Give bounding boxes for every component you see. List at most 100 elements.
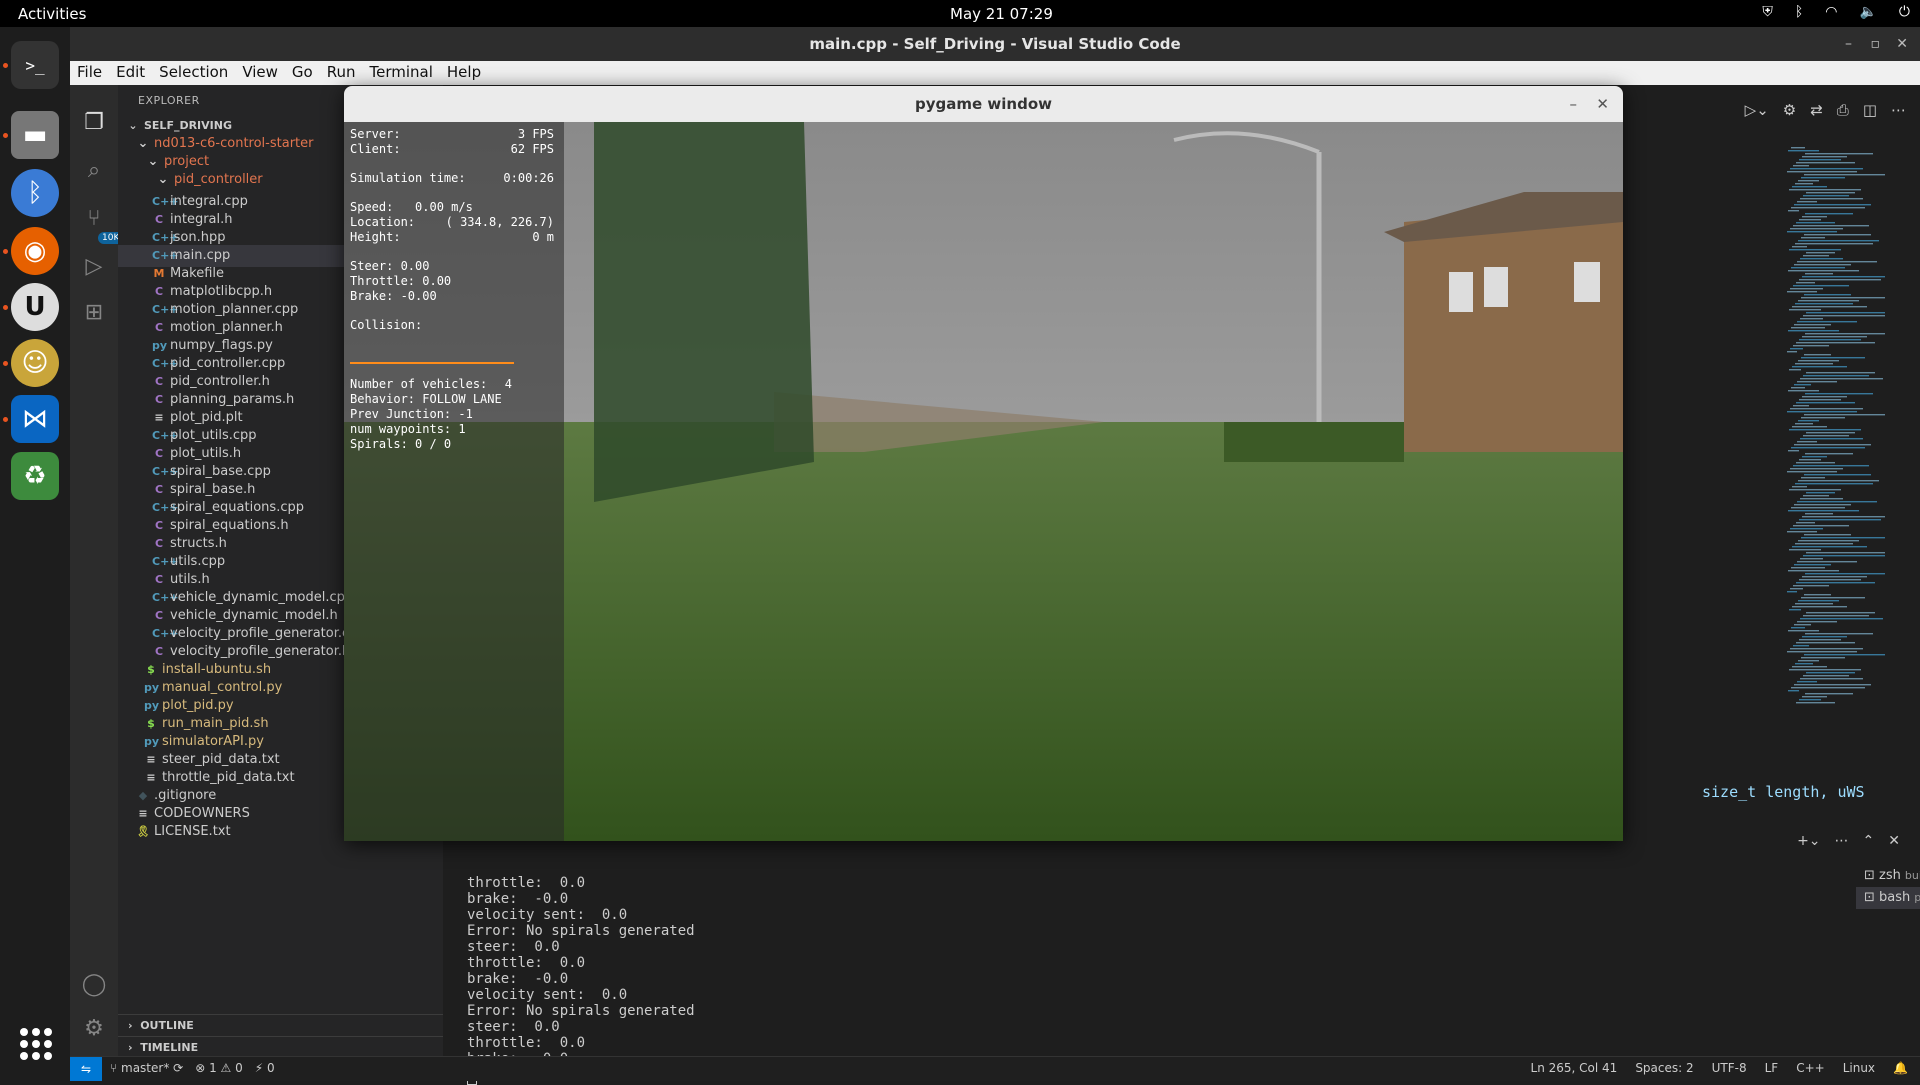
menu-run[interactable]: Run <box>320 61 363 85</box>
remote-icon[interactable]: ⇋ <box>70 1057 102 1081</box>
bell-icon[interactable]: 🔔 <box>1893 1061 1908 1075</box>
minimap-line <box>1793 525 1849 527</box>
search-icon[interactable]: ⌕ <box>80 157 108 185</box>
terminal-actions: +⌄ ⋯ ⌃ ✕ <box>1797 833 1900 849</box>
firefox-icon[interactable]: ◉ <box>11 227 59 275</box>
source-control-icon[interactable]: ⑂ <box>80 205 108 233</box>
settings-gear-icon[interactable]: ⚙ <box>80 1015 108 1043</box>
timeline-section[interactable]: › TIMELINE <box>118 1036 443 1058</box>
account-icon[interactable]: ◯ <box>80 971 108 999</box>
minimap-line <box>1788 570 1839 572</box>
tree <box>594 122 814 502</box>
minimap-line <box>1798 240 1879 242</box>
explorer-icon[interactable]: ❐ <box>80 109 108 137</box>
menu-selection[interactable]: Selection <box>152 61 235 85</box>
terminal-icon[interactable]: >_ <box>11 41 59 89</box>
files-icon[interactable]: ▬ <box>11 111 59 159</box>
minimap-line <box>1787 531 1817 533</box>
minimize-icon[interactable]: – <box>1845 27 1852 61</box>
outline-section[interactable]: › OUTLINE <box>118 1014 443 1036</box>
tree-item-label: utils.cpp <box>170 554 226 569</box>
minimap-line <box>1791 447 1865 449</box>
menu-help[interactable]: Help <box>440 61 488 85</box>
running-indicator <box>3 249 8 254</box>
tree-item-label: spiral_equations.cpp <box>170 500 304 515</box>
encoding[interactable]: UTF-8 <box>1712 1061 1747 1075</box>
close-panel-icon[interactable]: ✕ <box>1888 833 1900 849</box>
volume-icon[interactable]: 🔈 <box>1859 4 1876 20</box>
menu-file[interactable]: File <box>70 61 109 85</box>
power-icon[interactable]: ⏻ <box>1899 4 1910 20</box>
minimap-line <box>1804 294 1851 296</box>
hud-throttle: Throttle: 0.00 <box>350 274 452 288</box>
minimap-line <box>1796 702 1835 704</box>
pygame-window[interactable]: pygame window – ✕ Server: 3 FPS Client: … <box>344 86 1623 841</box>
bluetooth-icon[interactable]: ᛒ <box>11 169 59 217</box>
minimap-line <box>1787 411 1857 413</box>
run-debug-icon[interactable]: ▷ <box>80 253 108 281</box>
minimap-line <box>1802 696 1827 698</box>
maximize-panel-icon[interactable]: ⌃ <box>1863 833 1875 849</box>
os-status[interactable]: Linux <box>1843 1061 1875 1075</box>
menu-edit[interactable]: Edit <box>109 61 152 85</box>
minimap-line <box>1788 390 1819 392</box>
minimap-line <box>1790 588 1803 590</box>
trash-icon[interactable]: ♻ <box>11 452 59 500</box>
compare-icon[interactable]: ⇄ <box>1810 101 1823 119</box>
minimap-line <box>1790 408 1863 410</box>
tree-item-label: pid_controller.cpp <box>170 356 286 371</box>
minimap-line <box>1792 426 1827 428</box>
tree-item-label: throttle_pid_data.txt <box>162 770 295 785</box>
extensions-icon[interactable]: ⊞ <box>80 299 108 327</box>
minimap-line <box>1803 495 1829 497</box>
new-terminal-icon[interactable]: +⌄ <box>1797 833 1820 849</box>
minimap-line <box>1799 219 1821 221</box>
wifi-icon[interactable]: ◠ <box>1825 4 1837 20</box>
show-apps-icon[interactable] <box>20 1028 52 1060</box>
branch-status[interactable]: ⑂ master* ⟳ <box>110 1061 183 1075</box>
hud-client-label: Client: <box>350 142 401 156</box>
tree-item-label: plot_utils.cpp <box>170 428 257 443</box>
hud-waypoints: num waypoints: 1 <box>350 422 466 436</box>
split-editor-icon[interactable]: ◫ <box>1863 101 1877 119</box>
terminal-tab-zsh[interactable]: ⊡ zshbuild <box>1856 865 1920 887</box>
gimp-icon[interactable]: ☺ <box>11 339 59 387</box>
minimap-line <box>1789 249 1841 251</box>
gear-icon[interactable]: ⚙ <box>1783 101 1796 119</box>
unreal-icon[interactable]: U <box>11 283 59 331</box>
cursor-position[interactable]: Ln 265, Col 41 <box>1531 1061 1618 1075</box>
minimap[interactable] <box>1785 147 1885 707</box>
menu-terminal[interactable]: Terminal <box>363 61 440 85</box>
shield-icon[interactable]: ⛨ <box>1762 4 1773 20</box>
print-icon[interactable]: ⎙ <box>1837 101 1849 119</box>
system-tray[interactable]: ⛨ ᛒ ◠ 🔈 ⏻ <box>1762 4 1910 20</box>
language-mode[interactable]: C++ <box>1796 1061 1825 1075</box>
vscode-icon[interactable]: ⋈ <box>11 395 59 443</box>
problems-status[interactable]: ⊗ 1 ⚠ 0 <box>195 1061 243 1075</box>
close-icon[interactable]: ✕ <box>1596 86 1609 122</box>
run-icon[interactable]: ▷⌄ <box>1745 101 1769 119</box>
minimap-line <box>1794 204 1871 206</box>
end-of-line[interactable]: LF <box>1765 1061 1779 1075</box>
menu-view[interactable]: View <box>235 61 285 85</box>
clock[interactable]: May 21 07:29 <box>950 5 1053 23</box>
indentation[interactable]: Spaces: 2 <box>1635 1061 1693 1075</box>
minimap-line <box>1799 399 1841 401</box>
activities-button[interactable]: Activities <box>18 5 86 23</box>
tree-item-label: plot_pid.py <box>162 698 234 713</box>
bluetooth-tray-icon[interactable]: ᛒ <box>1795 4 1803 20</box>
terminal-panel[interactable]: +⌄ ⋯ ⌃ ✕ throttle: 0.0 brake: -0.0 veloc… <box>443 827 1920 1085</box>
minimap-line <box>1801 417 1845 419</box>
more-icon[interactable]: ⋯ <box>1891 101 1906 119</box>
terminal-tab-bash[interactable]: ⊡ bashproject <box>1856 887 1920 909</box>
ports-status[interactable]: ⚡ 0 <box>255 1061 275 1075</box>
hud-server-value: 3 FPS <box>517 127 554 141</box>
minimap-line <box>1804 234 1871 236</box>
close-icon[interactable]: ✕ <box>1896 27 1908 61</box>
minimap-line <box>1790 168 1863 170</box>
menu-go[interactable]: Go <box>285 61 320 85</box>
more-icon[interactable]: ⋯ <box>1835 833 1849 849</box>
minimap-line <box>1795 663 1813 665</box>
maximize-icon[interactable]: ▫ <box>1871 27 1881 61</box>
minimize-icon[interactable]: – <box>1570 86 1578 122</box>
